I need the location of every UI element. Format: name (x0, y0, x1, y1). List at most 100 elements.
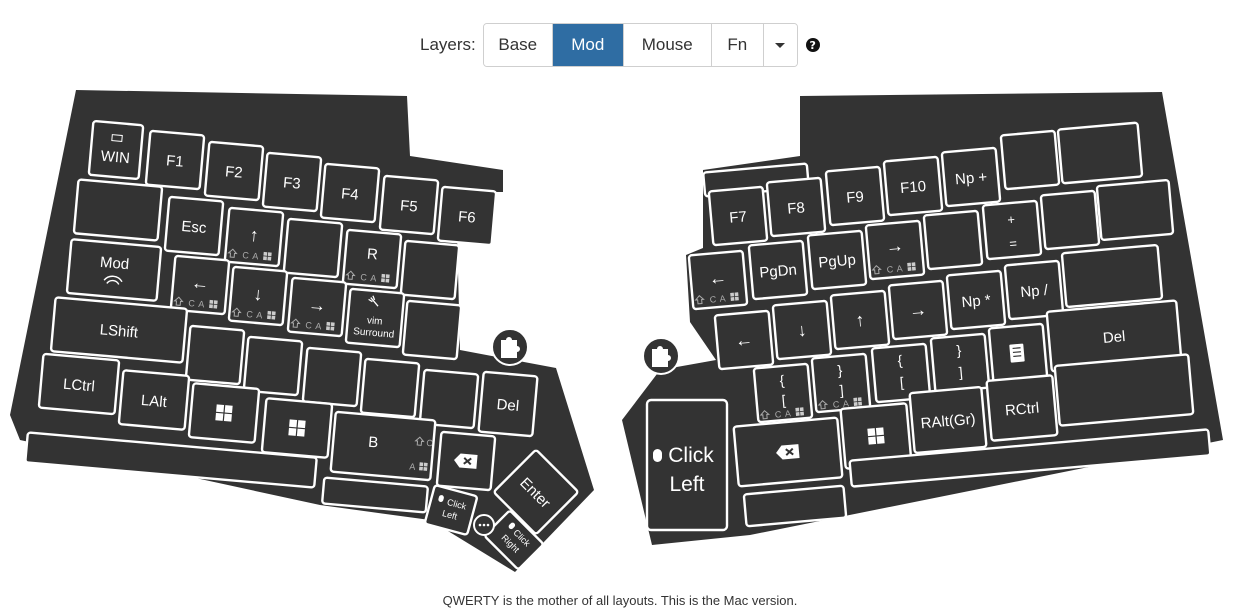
key-label-line2: Left (669, 473, 704, 496)
key-lshift[interactable]: LShift (49, 296, 189, 364)
key-label: R (366, 246, 378, 264)
key-blank[interactable] (1060, 243, 1164, 309)
right-half: F7 F8 F9 F10 Np + ← C A PgDn PgUp → C A … (622, 92, 1223, 545)
key-blank[interactable] (1053, 353, 1195, 427)
key-np-plus[interactable]: Np + (940, 146, 1002, 208)
key-label: F10 (900, 178, 927, 197)
keyboard-diagram: WIN F1 F2 F3 F4 F5 F6 Esc ↑ C A R C A Mo… (10, 90, 1223, 572)
key-label: Del (496, 396, 520, 415)
key-label: LAlt (140, 392, 168, 411)
key-blank[interactable] (401, 299, 463, 361)
key-label: F4 (340, 185, 359, 203)
key-cmd-right[interactable] (260, 397, 334, 459)
key-rctrl[interactable]: RCtrl (985, 374, 1059, 442)
key-f1[interactable]: F1 (144, 129, 206, 191)
key-f3[interactable]: F3 (261, 151, 323, 213)
alt-mod-label: A (315, 321, 322, 331)
key-blank[interactable] (399, 239, 461, 301)
key-blank[interactable] (1095, 179, 1175, 241)
key-r[interactable]: R C A (341, 228, 403, 290)
ellipsis-button[interactable] (473, 514, 495, 536)
key-blank[interactable] (1039, 189, 1101, 251)
key-label: F3 (282, 174, 301, 192)
key-brace-close-2[interactable]: } ] (929, 332, 991, 394)
arrow-up-icon: ↑ (249, 225, 260, 246)
key-cmd-left[interactable] (187, 382, 261, 444)
key-pgdn[interactable]: PgDn (747, 239, 809, 301)
key-blank[interactable] (1056, 121, 1144, 185)
key-blank-tab[interactable] (72, 178, 164, 242)
key-np-star[interactable]: Np * (945, 269, 1007, 331)
alt-mod-label: A (370, 273, 377, 283)
key-label: WIN (100, 148, 131, 167)
key-lalt[interactable]: LAlt (117, 369, 191, 431)
key-blank[interactable] (282, 217, 344, 279)
key-left[interactable]: ← (713, 309, 775, 371)
key-up[interactable]: ↑ (829, 289, 891, 351)
key-del[interactable]: Del (477, 370, 539, 438)
alt-mod-label: A (256, 310, 263, 320)
key-right[interactable]: → (887, 279, 949, 341)
arrow-right-icon: → (885, 235, 905, 256)
key-blank[interactable] (301, 346, 363, 408)
key-down[interactable]: ↓ (771, 299, 833, 361)
key-esc[interactable]: Esc (163, 195, 225, 257)
key-mod[interactable]: Mod (65, 238, 163, 302)
key-back[interactable]: ← C A (687, 249, 749, 311)
arrow-right-icon: → (908, 299, 928, 320)
key-win[interactable]: WIN (87, 119, 145, 181)
key-blank[interactable] (999, 129, 1061, 191)
key-up[interactable]: ↑ C A (223, 206, 285, 268)
arrow-left-icon: ← (190, 272, 210, 293)
key-ralt[interactable]: RAlt(Gr) (908, 386, 988, 454)
layout-description: QWERTY is the mother of all layouts. Thi… (442, 593, 798, 608)
key-brace-close[interactable]: } ] C A (810, 352, 872, 414)
key-f7[interactable]: F7 (707, 185, 769, 247)
puzzle-icon[interactable] (642, 337, 680, 375)
key-label-bottom: = (1009, 236, 1018, 252)
key-f8[interactable]: F8 (765, 176, 827, 238)
alt-mod-label: A (719, 293, 726, 303)
key-blank[interactable] (242, 335, 304, 397)
key-vim-surround[interactable]: vim Surround (344, 287, 406, 349)
key-blank[interactable] (184, 324, 246, 386)
key-label: F9 (846, 188, 865, 206)
key-blank[interactable] (359, 357, 421, 419)
key-label: Np * (961, 292, 992, 311)
key-label: RCtrl (1004, 400, 1040, 420)
key-right[interactable]: → C A (286, 276, 348, 338)
arrow-down-icon: ↓ (253, 284, 264, 305)
key-pgup[interactable]: PgUp (806, 229, 868, 291)
key-f2[interactable]: F2 (203, 140, 265, 202)
key-f10[interactable]: F10 (882, 155, 944, 217)
key-label: F6 (457, 208, 476, 226)
key-label: LShift (99, 321, 140, 341)
key-label: Np / (1020, 282, 1050, 301)
key-f6[interactable]: F6 (436, 185, 498, 247)
alt-mod-label: A (252, 251, 259, 261)
key-label: B (368, 434, 379, 452)
arrow-up-icon: ↑ (855, 310, 866, 331)
key-label: PgUp (818, 251, 857, 271)
key-left[interactable]: ← C A (169, 254, 231, 316)
key-thumb-click-left[interactable]: Click Left (645, 398, 729, 532)
key-label: LCtrl (62, 376, 95, 396)
key-label: F5 (399, 197, 418, 215)
key-blank[interactable] (922, 209, 984, 271)
key-backspace[interactable] (435, 430, 497, 492)
puzzle-icon[interactable] (491, 328, 529, 366)
key-plus-equals[interactable]: + = (981, 199, 1043, 261)
key-f5[interactable]: F5 (378, 174, 440, 236)
key-label-line1: Click (668, 444, 714, 467)
key-b[interactable]: B C A (329, 410, 437, 482)
key-down[interactable]: ↓ C A (227, 265, 289, 327)
key-f4[interactable]: F4 (319, 162, 381, 224)
key-label: Mod (99, 254, 130, 273)
key-arrow-right[interactable]: → C A (864, 219, 926, 281)
key-backspace[interactable] (732, 416, 844, 488)
key-brace-open[interactable]: { [ C A (752, 362, 814, 424)
key-f9[interactable]: F9 (824, 165, 886, 227)
key-menu[interactable] (987, 322, 1049, 384)
key-label: F2 (224, 163, 243, 181)
key-lctrl[interactable]: LCtrl (37, 352, 121, 416)
